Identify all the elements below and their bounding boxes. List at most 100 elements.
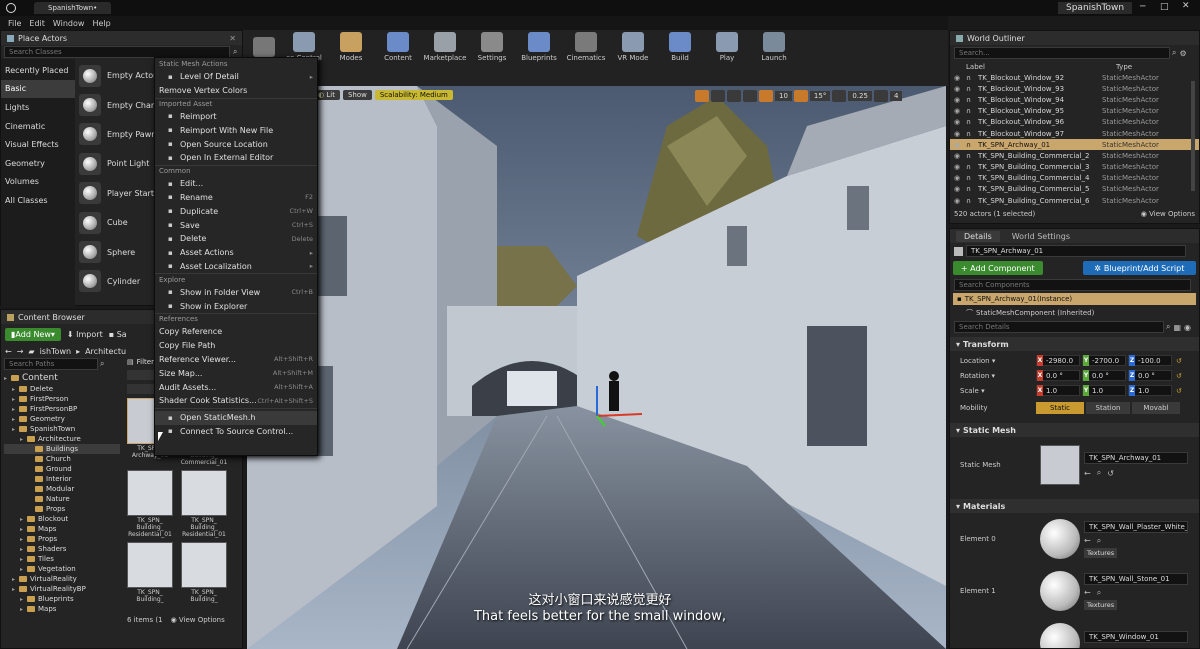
mobility-static-button[interactable]: Static — [1036, 401, 1084, 414]
folder-tree-item[interactable]: Interior — [4, 474, 120, 484]
menu-item-asset-actions[interactable]: ▪ Asset Actions ▸ — [155, 246, 317, 260]
column-type[interactable]: Type — [1116, 63, 1132, 71]
outliner-search-input[interactable]: Search... — [954, 47, 1170, 59]
mobility-movable-button[interactable]: Movabl — [1132, 401, 1180, 414]
reset-to-default-icon[interactable]: ↺ — [1176, 387, 1182, 395]
category-item[interactable]: Volumes — [1, 173, 75, 192]
visibility-eye-icon[interactable]: ◉ — [954, 163, 966, 171]
folder-tree-item[interactable]: ▸ FirstPerson — [4, 394, 120, 404]
expand-arrow-icon[interactable]: ▸ — [20, 546, 27, 553]
folder-tree-item[interactable]: ▸ Maps — [4, 524, 120, 534]
view-options-button[interactable]: ◉ View Options — [171, 616, 225, 624]
browse-icon[interactable]: ⌕ — [1097, 588, 1101, 598]
menu-item-open-staticmesh-h[interactable]: ▪ Open StaticMesh.h — [155, 410, 317, 425]
close-button[interactable]: ✕ — [1182, 1, 1190, 11]
folder-tree-item[interactable]: Ground — [4, 464, 120, 474]
search-icon[interactable]: ⌕ — [1166, 322, 1170, 332]
visibility-eye-icon[interactable]: ◉ — [954, 107, 966, 115]
category-item[interactable]: Cinematic — [1, 117, 75, 136]
expand-arrow-icon[interactable]: ▸ — [20, 566, 27, 573]
menu-item-show-in-explorer[interactable]: ▪ Show in Explorer — [155, 299, 317, 313]
breadcrumb-item[interactable]: Architectu — [85, 347, 126, 356]
level-viewport[interactable]: ◐ Lit Show Scalability: Medium 10 15° 0.… — [247, 86, 946, 649]
visibility-eye-icon[interactable]: ◉ — [954, 141, 966, 149]
location-label[interactable]: Location ▾ — [960, 357, 1036, 365]
menu-item-shader-cook-statistics[interactable]: Shader Cook Statistics... Ctrl+Alt+Shift+… — [155, 394, 317, 408]
expand-arrow-icon[interactable]: ▸ — [12, 426, 19, 433]
static-mesh-section-header[interactable]: ▾ Static Mesh — [950, 423, 1199, 437]
expand-arrow-icon[interactable]: ▸ — [12, 406, 19, 413]
material-picker[interactable]: TK_SPN_Wall_Plaster_White_0 — [1084, 520, 1188, 533]
transform-section-header[interactable]: ▾ Transform — [950, 337, 1199, 351]
blueprint-add-script-button[interactable]: ✲ Blueprint/Add Script — [1082, 261, 1196, 275]
material-picker[interactable]: TK_SPN_Window_01 — [1084, 630, 1188, 643]
outliner-row[interactable]: ◉ ∩ TK_SPN_Building_Commercial_5 StaticMesh… — [950, 184, 1199, 195]
expand-arrow-icon[interactable]: ▸ — [20, 516, 27, 523]
menu-help[interactable]: Help — [92, 19, 110, 28]
visibility-eye-icon[interactable]: ◉ — [954, 85, 966, 93]
reset-to-default-icon[interactable]: ↺ — [1176, 357, 1182, 365]
expand-arrow-icon[interactable]: ▸ — [20, 556, 27, 563]
toolbar-save-button[interactable] — [249, 37, 279, 57]
menu-item-save[interactable]: ▪ Save Ctrl+S — [155, 218, 317, 232]
location-z-field[interactable]: Z -100.0 — [1128, 355, 1172, 366]
column-label[interactable]: Label — [954, 63, 1116, 71]
menu-item-level-of-detail[interactable]: ▪ Level Of Detail ▸ — [155, 70, 317, 84]
static-mesh-thumbnail[interactable] — [1040, 445, 1080, 485]
scale-label[interactable]: Scale ▾ — [960, 387, 1036, 395]
folder-tree-item[interactable]: ▸ Content — [4, 372, 120, 384]
grid-snap-icon[interactable] — [759, 90, 773, 102]
expand-arrow-icon[interactable]: ▸ — [20, 526, 27, 533]
material-sphere-thumbnail[interactable] — [1040, 571, 1080, 611]
menu-item-reimport[interactable]: ▪ Reimport — [155, 110, 317, 124]
visibility-eye-icon[interactable]: ◉ — [954, 197, 966, 205]
filters-button[interactable]: Filter — [137, 358, 154, 366]
material-sphere-thumbnail[interactable] — [1040, 519, 1080, 559]
menu-item-audit-assets[interactable]: Audit Assets... Alt+Shift+A — [155, 380, 317, 394]
toolbar-launch-button[interactable]: Launch — [752, 32, 796, 62]
textures-dropdown[interactable]: Textures — [1084, 599, 1118, 610]
menu-item-reference-viewer[interactable]: Reference Viewer... Alt+Shift+R — [155, 353, 317, 367]
expand-arrow-icon[interactable]: ▸ — [12, 586, 19, 593]
toolbar-play-button[interactable]: Play — [705, 32, 749, 62]
translate-icon[interactable] — [695, 90, 709, 102]
folder-tree-item[interactable]: ▸ VirtualReality — [4, 574, 120, 584]
browse-icon[interactable]: ⌕ — [1097, 468, 1101, 478]
folder-tree-item[interactable]: ▸ Maps — [4, 604, 120, 614]
filter-icon[interactable]: ▤ — [127, 358, 134, 366]
mobility-stationary-button[interactable]: Station — [1086, 401, 1130, 414]
scale-y-field[interactable]: Y 1.0 — [1082, 385, 1126, 396]
outliner-row[interactable]: ◉ ∩ TK_SPN_Building_Commercial_3 StaticMesh… — [950, 162, 1199, 173]
outliner-row[interactable]: ◉ ∩ TK_Blockout_Window_97 StaticMeshActor — [950, 128, 1199, 139]
import-button[interactable]: ⬇ Import — [67, 330, 103, 339]
actor-name-field[interactable]: TK_SPN_Archway_01 — [966, 245, 1186, 257]
breadcrumb-item[interactable]: ishTown — [40, 347, 72, 356]
use-selected-icon[interactable]: ← — [1084, 469, 1091, 478]
menu-edit[interactable]: Edit — [29, 19, 45, 28]
expand-arrow-icon[interactable]: ▸ — [20, 436, 27, 443]
outliner-row[interactable]: ◉ ∩ TK_SPN_Building_Commercial_6 StaticMesh… — [950, 195, 1199, 206]
rotation-z-field[interactable]: Z 0.0 ° — [1128, 370, 1172, 381]
search-icon[interactable]: ⌕ — [233, 47, 237, 57]
search-paths-input[interactable]: Search Paths — [4, 358, 98, 370]
folder-tree-item[interactable]: ▸ Geometry — [4, 414, 120, 424]
visibility-eye-icon[interactable]: ◉ — [954, 96, 966, 104]
back-icon[interactable]: ← — [5, 347, 12, 356]
maximize-button[interactable]: □ — [1160, 2, 1169, 12]
scale-x-field[interactable]: X 1.0 — [1036, 385, 1080, 396]
category-item[interactable]: All Classes — [1, 191, 75, 210]
outliner-row[interactable]: ◉ ∩ TK_Blockout_Window_94 StaticMeshActor — [950, 94, 1199, 105]
folder-tree-item[interactable]: ▸ FirstPersonBP — [4, 404, 120, 414]
search-components-input[interactable]: Search Components — [954, 279, 1191, 291]
browse-icon[interactable]: ⌕ — [1097, 536, 1101, 546]
category-item[interactable]: Lights — [1, 98, 75, 117]
outliner-row[interactable]: ◉ ∩ TK_Blockout_Window_95 StaticMeshActor — [950, 106, 1199, 117]
menu-item-rename[interactable]: ▪ Rename F2 — [155, 191, 317, 205]
rotate-icon[interactable] — [711, 90, 725, 102]
menu-item-open-in-external-editor[interactable]: ▪ Open In External Editor — [155, 151, 317, 165]
toolbar-vr-mode-button[interactable]: VR Mode — [611, 32, 655, 62]
expand-arrow-icon[interactable]: ▸ — [12, 396, 19, 403]
outliner-row[interactable]: ◉ ∩ TK_Blockout_Window_93 StaticMeshActor — [950, 83, 1199, 94]
reset-icon[interactable]: ↺ — [1107, 469, 1114, 478]
rotation-label[interactable]: Rotation ▾ — [960, 372, 1036, 380]
